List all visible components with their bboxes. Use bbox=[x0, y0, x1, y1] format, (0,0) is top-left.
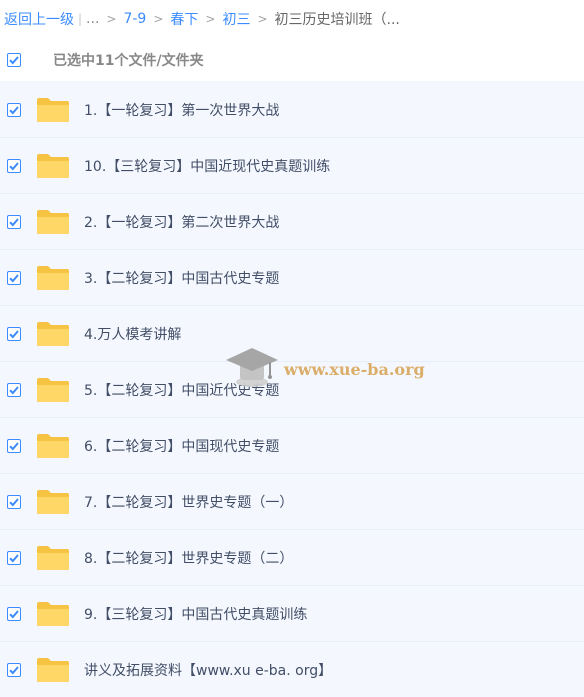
folder-icon bbox=[36, 377, 70, 403]
check-icon bbox=[9, 553, 19, 562]
row-checkbox[interactable] bbox=[7, 606, 21, 621]
row-checkbox[interactable] bbox=[7, 382, 21, 397]
check-icon bbox=[9, 105, 19, 114]
selection-count-label: 已选中11个文件/文件夹 bbox=[53, 52, 204, 69]
row-checkbox[interactable] bbox=[7, 270, 21, 285]
select-all-checkbox[interactable] bbox=[7, 52, 21, 67]
breadcrumb-current: 初三历史培训班（... bbox=[274, 12, 400, 28]
breadcrumb-item[interactable]: 春下 bbox=[170, 9, 198, 29]
chevron-right-icon: > bbox=[257, 12, 268, 26]
file-name[interactable]: 4.万人模考讲解 bbox=[84, 324, 181, 344]
row-checkbox[interactable] bbox=[7, 214, 21, 229]
check-icon bbox=[9, 497, 19, 506]
check-icon bbox=[9, 665, 19, 674]
check-icon bbox=[9, 273, 19, 282]
file-name[interactable]: 讲义及拓展资料【www.xu e-ba. org】 bbox=[84, 660, 332, 680]
file-row[interactable]: 讲义及拓展资料【www.xu e-ba. org】 bbox=[0, 642, 584, 697]
file-name[interactable]: 9.【三轮复习】中国古代史真题训练 bbox=[84, 604, 307, 624]
file-name[interactable]: 10.【三轮复习】中国近现代史真题训练 bbox=[84, 156, 330, 176]
file-row[interactable]: 1.【一轮复习】第一次世界大战 bbox=[0, 82, 584, 138]
file-row[interactable]: 9.【三轮复习】中国古代史真题训练 bbox=[0, 586, 584, 642]
file-name[interactable]: 8.【二轮复习】世界史专题（二） bbox=[84, 548, 293, 568]
check-icon bbox=[9, 55, 19, 64]
folder-icon bbox=[36, 657, 70, 683]
row-checkbox[interactable] bbox=[7, 102, 21, 117]
chevron-right-icon: > bbox=[153, 12, 164, 26]
folder-icon bbox=[36, 97, 70, 123]
check-icon bbox=[9, 385, 19, 394]
folder-icon bbox=[36, 433, 70, 459]
file-row[interactable]: 3.【二轮复习】中国古代史专题 bbox=[0, 250, 584, 306]
folder-icon bbox=[36, 153, 70, 179]
separator: | bbox=[78, 12, 83, 26]
folder-icon bbox=[36, 545, 70, 571]
file-row[interactable]: 2.【一轮复习】第二次世界大战 bbox=[0, 194, 584, 250]
select-all-bar: 已选中11个文件/文件夹 bbox=[0, 38, 584, 82]
breadcrumb-item[interactable]: 7-9 bbox=[123, 11, 146, 27]
check-icon bbox=[9, 609, 19, 618]
file-list: 1.【一轮复习】第一次世界大战 10.【三轮复习】中国近现代史真题训练 2.【一… bbox=[0, 82, 584, 697]
folder-icon bbox=[36, 265, 70, 291]
file-name[interactable]: 1.【一轮复习】第一次世界大战 bbox=[84, 100, 279, 120]
check-icon bbox=[9, 217, 19, 226]
back-link[interactable]: 返回上一级 bbox=[4, 9, 74, 29]
folder-icon bbox=[36, 321, 70, 347]
file-row[interactable]: 5.【二轮复习】中国近代史专题 bbox=[0, 362, 584, 418]
chevron-right-icon: > bbox=[106, 12, 117, 26]
file-row[interactable]: 6.【二轮复习】中国现代史专题 bbox=[0, 418, 584, 474]
folder-icon bbox=[36, 209, 70, 235]
row-checkbox[interactable] bbox=[7, 550, 21, 565]
check-icon bbox=[9, 329, 19, 338]
file-name[interactable]: 2.【一轮复习】第二次世界大战 bbox=[84, 212, 279, 232]
row-checkbox[interactable] bbox=[7, 158, 21, 173]
row-checkbox[interactable] bbox=[7, 494, 21, 509]
breadcrumb: 返回上一级 | ... > 7-9 > 春下 > 初三 > 初三历史培训班（..… bbox=[0, 0, 584, 38]
check-icon bbox=[9, 441, 19, 450]
file-name[interactable]: 7.【二轮复习】世界史专题（一） bbox=[84, 492, 293, 512]
file-row[interactable]: 7.【二轮复习】世界史专题（一） bbox=[0, 474, 584, 530]
file-name[interactable]: 5.【二轮复习】中国近代史专题 bbox=[84, 380, 279, 400]
folder-icon bbox=[36, 601, 70, 627]
file-name[interactable]: 3.【二轮复习】中国古代史专题 bbox=[84, 268, 279, 288]
file-row[interactable]: 8.【二轮复习】世界史专题（二） bbox=[0, 530, 584, 586]
file-row[interactable]: 4.万人模考讲解 bbox=[0, 306, 584, 362]
file-row[interactable]: 10.【三轮复习】中国近现代史真题训练 bbox=[0, 138, 584, 194]
folder-icon bbox=[36, 489, 70, 515]
chevron-right-icon: > bbox=[205, 12, 216, 26]
row-checkbox[interactable] bbox=[7, 662, 21, 677]
breadcrumb-ellipsis[interactable]: ... bbox=[86, 11, 99, 27]
check-icon bbox=[9, 161, 19, 170]
file-name[interactable]: 6.【二轮复习】中国现代史专题 bbox=[84, 436, 279, 456]
breadcrumb-item[interactable]: 初三 bbox=[222, 9, 250, 29]
row-checkbox[interactable] bbox=[7, 326, 21, 341]
row-checkbox[interactable] bbox=[7, 438, 21, 453]
